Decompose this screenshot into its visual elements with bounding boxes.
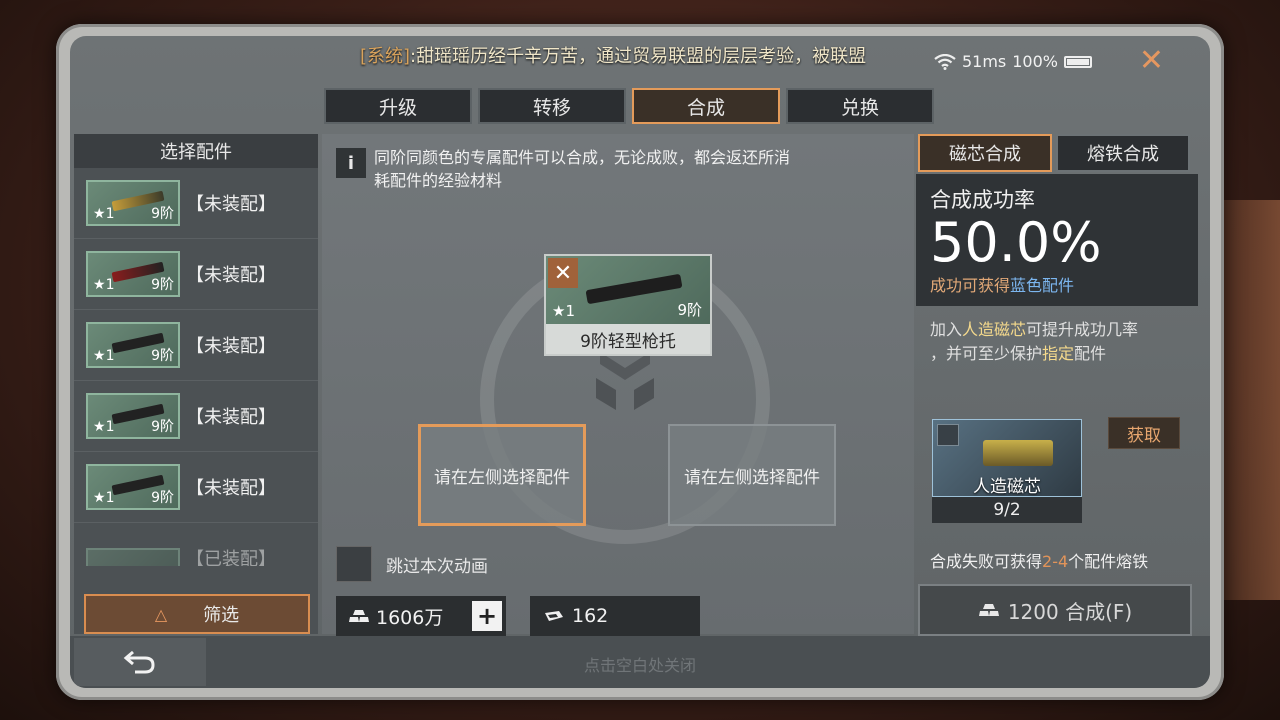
skip-animation-row: 跳过本次动画 (336, 546, 488, 582)
skip-animation-checkbox[interactable] (336, 546, 372, 582)
iron-ingot-icon (545, 611, 563, 621)
star-icon: ★1 (93, 419, 115, 435)
artificial-core-item[interactable]: 人造磁芯 9/2 (932, 419, 1082, 523)
list-item[interactable]: ★1 9阶 【未装配】 (74, 239, 318, 310)
system-message-text: :甜瑶瑶历经千辛万苦，通过贸易联盟的层层考验，被联盟 (410, 46, 867, 67)
star-icon: ★1 (93, 206, 115, 222)
top-bar: [系统]:甜瑶瑶历经千辛万苦，通过贸易联盟的层层考验，被联盟 51ms 100%… (70, 36, 1210, 80)
part-status: 【未装配】 (186, 194, 276, 215)
tab-upgrade[interactable]: 升级 (324, 88, 472, 124)
triangle-up-icon: △ (154, 604, 168, 624)
tab-compose[interactable]: 合成 (632, 88, 780, 124)
parts-panel-title: 选择配件 (74, 134, 318, 168)
material-slot-right[interactable]: 请在左侧选择配件 (668, 424, 836, 526)
list-item[interactable]: 【已装配】 (74, 523, 318, 566)
filter-button[interactable]: △ 筛选 (84, 594, 310, 634)
compose-button[interactable]: 1200 合成(F) (918, 584, 1192, 636)
result-tier: 9阶 (677, 301, 702, 319)
core-select-checkbox[interactable] (937, 424, 959, 446)
iron-amount: 162 (572, 605, 609, 627)
star-icon: ★1 (93, 490, 115, 506)
parts-panel: 选择配件 ★1 9阶 【未装配】 ★1 9阶 【未装配】 ★1 9阶 【未装配】… (74, 134, 318, 634)
compose-area: i 同阶同颜色的专属配件可以合成，无论成败，都会返还所消耗配件的经验材料 ✕ ★… (322, 134, 914, 636)
main-tabs: 升级 转移 合成 兑换 (324, 88, 934, 124)
stock-image (585, 273, 683, 305)
star-icon: ★1 (93, 348, 115, 364)
gold-amount: 1606万 (376, 606, 444, 629)
system-message: [系统]:甜瑶瑶历经千辛万苦，通过贸易联盟的层层考验，被联盟 (360, 42, 866, 68)
battery-icon (1064, 55, 1092, 68)
success-rate-value: 50.0% (930, 211, 1102, 274)
wifi-icon (934, 53, 956, 70)
core-name: 人造磁芯 (973, 477, 1041, 497)
core-block-image (983, 440, 1053, 466)
part-thumbnail (86, 548, 180, 566)
ping-text: 51ms (961, 52, 1007, 71)
tab-transfer[interactable]: 转移 (478, 88, 626, 124)
result-part-name: 9阶轻型枪托 (580, 331, 676, 352)
part-status: 【已装配】 (186, 549, 276, 566)
part-tier: 9阶 (151, 419, 174, 435)
star-icon: ★1 (93, 277, 115, 293)
part-status: 【未装配】 (186, 478, 276, 499)
part-status: 【未装配】 (186, 407, 276, 428)
part-tier: 9阶 (151, 277, 174, 293)
compose-button-label: 1200 合成(F) (1007, 599, 1133, 624)
compose-options-panel: 磁芯合成 熔铁合成 合成成功率 50.0% 成功可获得蓝色配件 加入人造磁芯可提… (916, 134, 1204, 636)
part-thumbnail: ★1 9阶 (86, 180, 180, 226)
core-count: 9/2 (932, 497, 1082, 523)
device-frame: [系统]:甜瑶瑶历经千辛万苦，通过贸易联盟的层层考验，被联盟 51ms 100%… (56, 24, 1224, 700)
add-gold-button[interactable]: + (472, 601, 502, 631)
list-item[interactable]: ★1 9阶 【未装配】 (74, 452, 318, 523)
part-thumbnail: ★1 9阶 (86, 393, 180, 439)
system-message-tag: [系统] (360, 46, 411, 67)
star-icon: ★1 (552, 302, 575, 320)
skip-animation-label: 跳过本次动画 (386, 556, 488, 577)
fail-reward-text: 合成失败可获得2-4个配件熔铁 (930, 552, 1149, 571)
part-status: 【未装配】 (186, 336, 276, 357)
artificial-core-image: 人造磁芯 (932, 419, 1082, 497)
battery-text: 100% (1012, 52, 1058, 71)
part-thumbnail: ★1 9阶 (86, 251, 180, 297)
success-rate-box: 合成成功率 50.0% 成功可获得蓝色配件 (916, 174, 1198, 306)
part-thumbnail: ★1 9阶 (86, 322, 180, 368)
part-status: 【未装配】 (186, 265, 276, 286)
gold-currency: 1606万 + (336, 596, 506, 636)
success-rate-title: 合成成功率 (930, 188, 1035, 212)
compose-mode-tabs: 磁芯合成 熔铁合成 (916, 134, 1204, 172)
boost-description: 加入人造磁芯可提升成功几率 ，并可至少保护指定配件 (930, 320, 1139, 363)
iron-currency: 162 (530, 596, 700, 636)
list-item[interactable]: ★1 9阶 【未装配】 (74, 381, 318, 452)
close-icon[interactable]: ✕ (1139, 46, 1164, 76)
remove-icon[interactable]: ✕ (548, 258, 578, 288)
game-screen: [系统]:甜瑶瑶历经千辛万苦，通过贸易联盟的层层考验，被联盟 51ms 100%… (70, 36, 1210, 688)
close-hint-text[interactable]: 点击空白处关闭 (70, 652, 1210, 676)
result-part-image: ✕ ★1 9阶 (546, 256, 710, 324)
list-item[interactable]: ★1 9阶 【未装配】 (74, 310, 318, 381)
get-core-button[interactable]: 获取 (1108, 417, 1180, 449)
part-thumbnail: ★1 9阶 (86, 464, 180, 510)
part-tier: 9阶 (151, 206, 174, 222)
info-icon: i (336, 148, 366, 178)
filter-label: 筛选 (203, 605, 240, 626)
bottom-bar: 点击空白处关闭 (70, 636, 1210, 688)
part-tier: 9阶 (151, 348, 174, 364)
part-tier: 9阶 (151, 490, 174, 506)
status-bar: 51ms 100% (934, 52, 1092, 71)
success-reward-text: 成功可获得蓝色配件 (930, 276, 1075, 295)
tab-exchange[interactable]: 兑换 (786, 88, 934, 124)
material-slot-left[interactable]: 请在左侧选择配件 (418, 424, 586, 526)
tab-iron-compose[interactable]: 熔铁合成 (1056, 134, 1190, 172)
info-text: 同阶同颜色的专属配件可以合成，无论成败，都会返还所消耗配件的经验材料 (374, 148, 791, 190)
parts-list[interactable]: ★1 9阶 【未装配】 ★1 9阶 【未装配】 ★1 9阶 【未装配】 ★1 9… (74, 168, 318, 566)
gold-bars-icon (978, 604, 999, 616)
gold-bars-icon (349, 610, 369, 622)
result-part-card[interactable]: ✕ ★1 9阶 9阶轻型枪托 (544, 254, 712, 356)
list-item[interactable]: ★1 9阶 【未装配】 (74, 168, 318, 239)
tab-core-compose[interactable]: 磁芯合成 (918, 134, 1052, 172)
